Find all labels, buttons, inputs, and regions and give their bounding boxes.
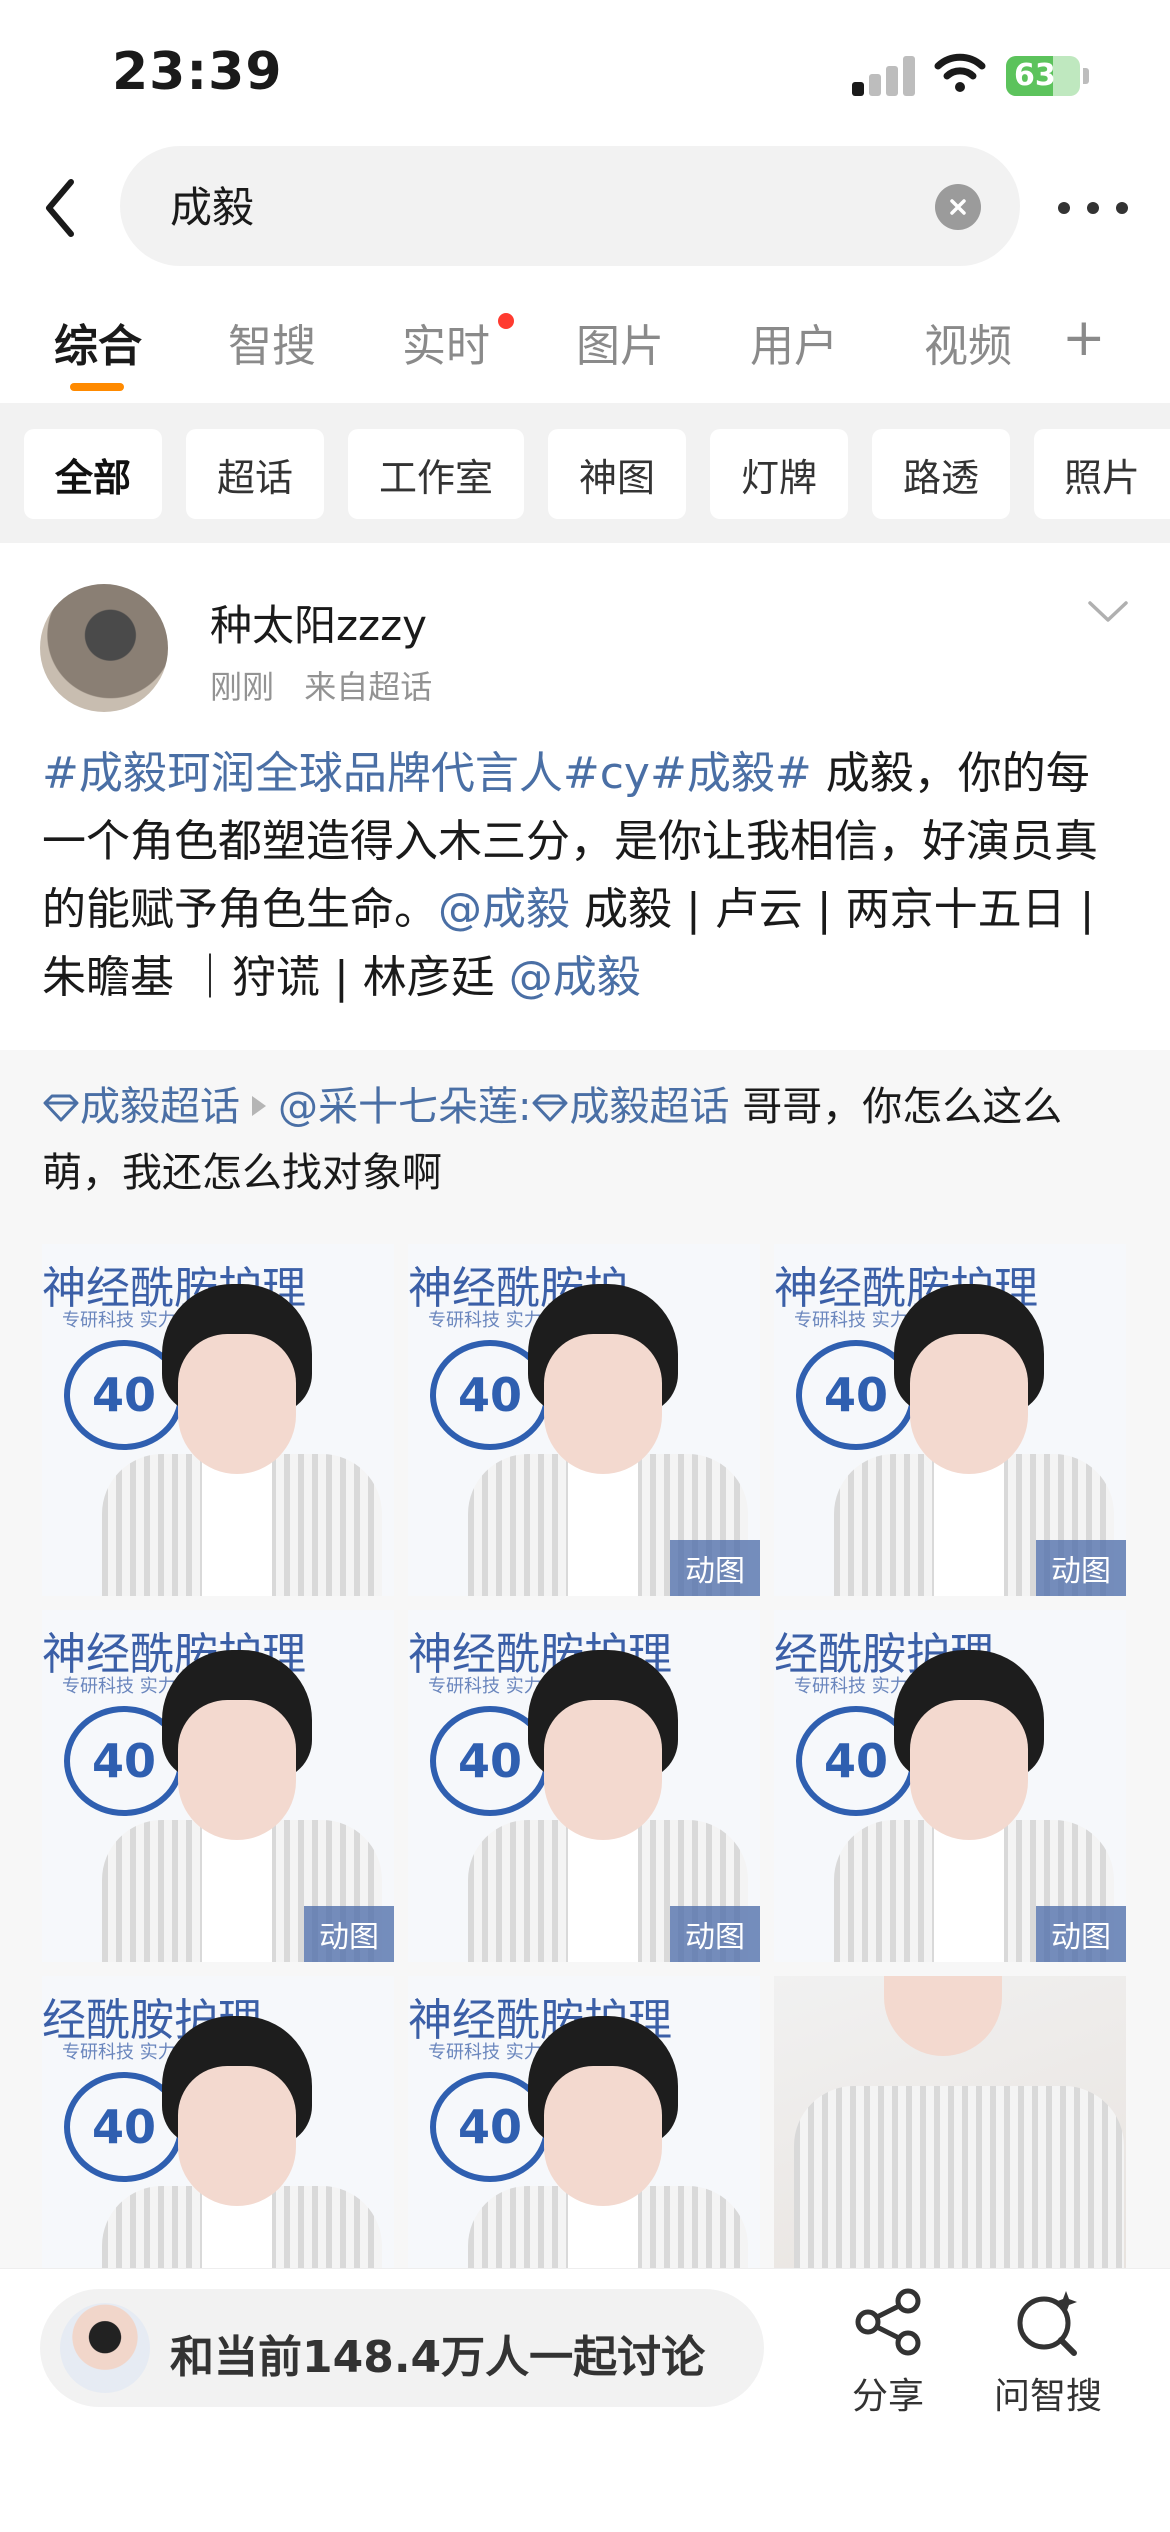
filter-chip-bar: 全部 超话 工作室 神图 灯牌 路透 照片 xyxy=(0,403,1170,543)
chip-best-pics[interactable]: 神图 xyxy=(548,429,686,519)
gif-badge: 动图 xyxy=(1036,1540,1126,1596)
back-button[interactable] xyxy=(30,168,90,248)
bottom-bar: 和当前148.4万人一起讨论 分享 问智搜 xyxy=(0,2268,1170,2532)
share-icon xyxy=(855,2288,921,2356)
search-field[interactable]: 成毅 xyxy=(120,146,1020,266)
new-dot-badge xyxy=(498,313,514,329)
chevron-down-icon[interactable] xyxy=(1088,600,1128,624)
image-thumbnail[interactable]: 神经酰胺护理 专研科技 实力修护 40 xyxy=(42,1244,394,1596)
tab-users[interactable]: 用户 xyxy=(750,310,838,374)
gif-badge: 动图 xyxy=(670,1906,760,1962)
super-topic-link[interactable]: 成毅超话 xyxy=(80,1084,240,1130)
chip-candid[interactable]: 路透 xyxy=(872,429,1010,519)
signal-icon xyxy=(852,56,916,96)
hashtag-link[interactable]: #成毅# xyxy=(650,748,812,799)
gif-badge: 动图 xyxy=(304,1906,394,1962)
diamond-icon xyxy=(532,1094,568,1122)
gif-badge: 动图 xyxy=(670,1540,760,1596)
status-bar: 23:39 63 xyxy=(0,0,1170,140)
hashtag-link[interactable]: #成毅珂润全球品牌代言人# xyxy=(42,748,600,799)
more-icon[interactable] xyxy=(1058,198,1128,218)
tab-images[interactable]: 图片 xyxy=(576,310,664,374)
share-button[interactable]: 分享 xyxy=(818,2287,958,2419)
repost-user-link[interactable]: @采十七朵莲 xyxy=(278,1084,518,1130)
tab-ai-search[interactable]: 智搜 xyxy=(228,310,316,374)
post-meta: 刚刚 来自超话 xyxy=(210,662,432,708)
post-time: 刚刚 xyxy=(210,668,275,706)
hashtag-link[interactable]: cy xyxy=(600,748,650,799)
post-body: #成毅珂润全球品牌代言人#cy#成毅# 成毅，你的每一个角色都塑造得入木三分，是… xyxy=(42,740,1132,1012)
chip-light-sign[interactable]: 灯牌 xyxy=(710,429,848,519)
super-topic-link[interactable]: 成毅超话 xyxy=(569,1084,729,1130)
image-thumbnail[interactable]: 神经酰胺护理 专研科技 实力修护 40 动图 xyxy=(408,1610,760,1962)
status-time: 23:39 xyxy=(112,42,283,102)
discuss-button[interactable]: 和当前148.4万人一起讨论 xyxy=(40,2289,764,2407)
mention-link[interactable]: @成毅 xyxy=(438,884,570,935)
image-thumbnail[interactable]: 神经酰胺护理 专研科技 实力修护 40 动图 xyxy=(774,1244,1126,1596)
chip-all[interactable]: 全部 xyxy=(24,429,162,519)
discuss-avatar xyxy=(60,2303,150,2393)
active-tab-indicator xyxy=(70,383,124,391)
image-thumbnail[interactable]: 神经酰胺护 专研科技 实力修护 40 动图 xyxy=(408,1244,760,1596)
diamond-icon xyxy=(43,1094,79,1122)
image-thumbnail[interactable]: 神经酰胺护理 专研科技 实力修护 40 动图 xyxy=(42,1610,394,1962)
back-arrow-icon xyxy=(46,179,74,237)
tab-comprehensive[interactable]: 综合 xyxy=(54,310,142,374)
repost-body: 成毅超话 @采十七朵莲: 成毅超话 哥哥，你怎么这么萌，我还怎么找对象啊 xyxy=(42,1084,1063,1196)
post-username[interactable]: 种太阳zzzy xyxy=(210,592,427,653)
chip-super-topic[interactable]: 超话 xyxy=(186,429,324,519)
battery-level: 63 xyxy=(1014,58,1056,93)
ai-search-icon xyxy=(1017,2291,1077,2356)
image-thumbnail[interactable]: 经酰胺护理 专研科技 实力修护 40 动图 xyxy=(774,1610,1126,1962)
search-tabs: 综合 智搜 实时 图片 用户 视频 + xyxy=(0,300,1170,400)
share-label: 分享 xyxy=(851,2376,924,2417)
clear-icon xyxy=(950,199,966,215)
gif-badge: 动图 xyxy=(1036,1906,1126,1962)
chip-photos[interactable]: 照片 xyxy=(1034,429,1170,519)
tab-realtime[interactable]: 实时 xyxy=(402,310,490,374)
arrow-icon xyxy=(252,1096,266,1116)
mention-link[interactable]: @成毅 xyxy=(509,952,641,1003)
avatar[interactable] xyxy=(40,584,168,712)
add-tab-button[interactable]: + xyxy=(1062,312,1106,364)
chip-studio[interactable]: 工作室 xyxy=(348,429,524,519)
battery-icon: 63 xyxy=(1006,56,1080,96)
ask-ai-button[interactable]: 问智搜 xyxy=(978,2287,1118,2419)
post-source: 来自超话 xyxy=(304,668,433,706)
ask-ai-label: 问智搜 xyxy=(993,2376,1102,2417)
discuss-label: 和当前148.4万人一起讨论 xyxy=(170,2332,706,2383)
tab-videos[interactable]: 视频 xyxy=(924,310,1012,374)
clear-button[interactable] xyxy=(935,184,981,230)
search-input[interactable]: 成毅 xyxy=(170,174,254,235)
wifi-icon xyxy=(934,53,986,92)
